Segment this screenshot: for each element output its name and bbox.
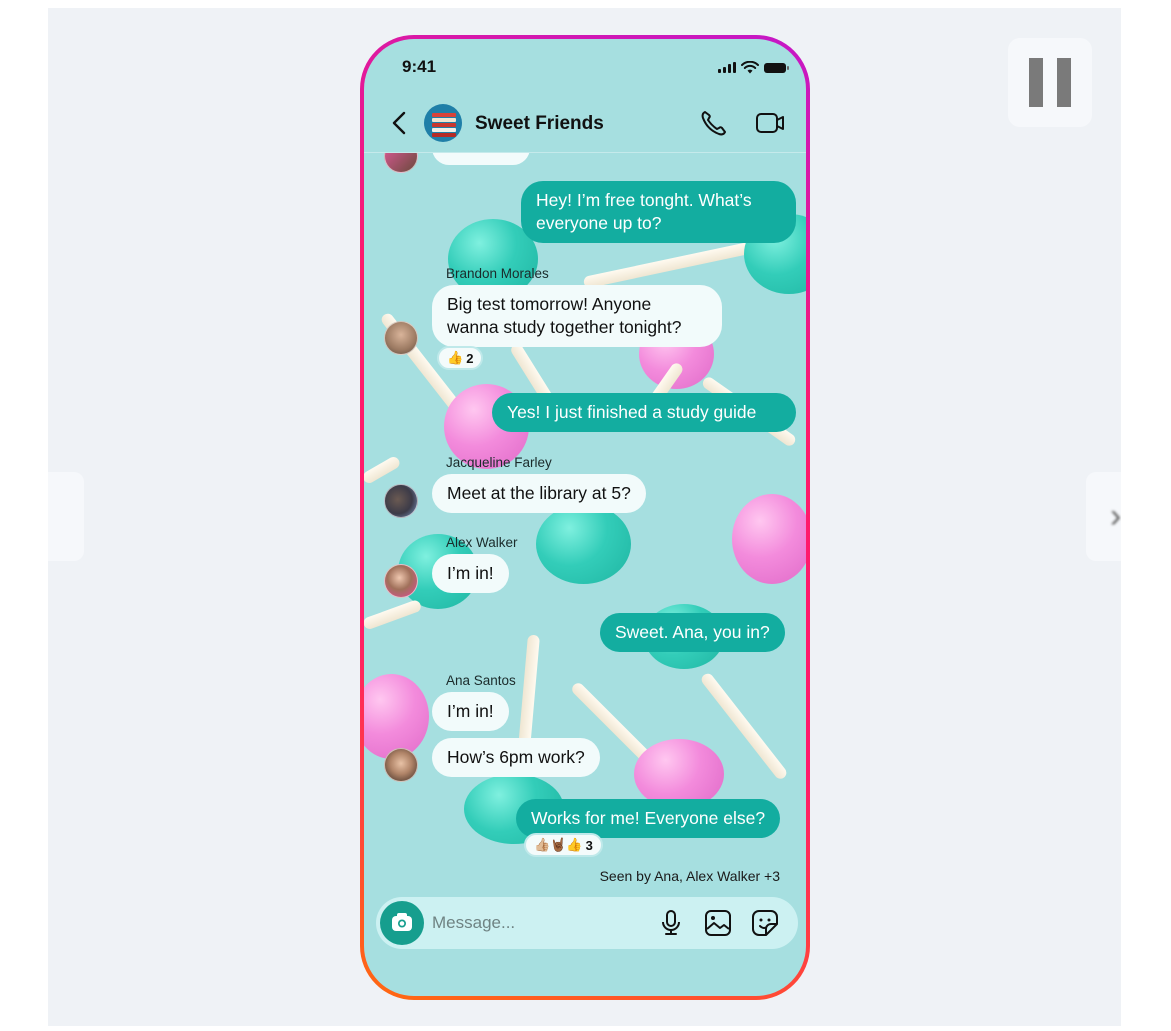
message-bubble-incoming[interactable]: I’m in! — [432, 692, 509, 731]
phone-icon[interactable] — [698, 107, 730, 139]
status-time: 9:41 — [402, 57, 437, 76]
sender-name: Brandon Morales — [446, 266, 549, 281]
pause-icon — [1029, 58, 1043, 107]
message-bubble-incoming[interactable]: I’m in! — [432, 554, 509, 593]
reaction-count: 2 — [466, 350, 474, 366]
sticker-icon[interactable] — [750, 908, 780, 938]
avatar[interactable] — [384, 748, 418, 782]
sender-name: Alex Walker — [446, 535, 518, 550]
chat-title[interactable]: Sweet Friends — [475, 113, 604, 135]
message-list[interactable]: Hey! I’m free tonght. What’s everyone up… — [364, 131, 806, 893]
reaction-count: 3 — [585, 837, 593, 853]
reaction-emojis: 👍 — [447, 350, 464, 365]
camera-button[interactable] — [380, 901, 424, 945]
pause-icon — [1057, 58, 1071, 107]
chevron-right-icon: › — [1110, 497, 1121, 535]
message-composer — [376, 897, 798, 949]
carousel-prev-button[interactable]: ‹ — [48, 472, 84, 561]
status-bar: 9:41 — [364, 39, 806, 95]
microphone-icon[interactable] — [656, 908, 686, 938]
reaction-emojis: 👍🏼🤘🏾👍 — [534, 837, 583, 852]
reaction-badge[interactable]: 👍🏼🤘🏾👍 3 — [524, 833, 603, 857]
sender-name: Ana Santos — [446, 673, 516, 688]
avatar[interactable] — [384, 321, 418, 355]
avatar[interactable] — [384, 484, 418, 518]
message-bubble-incoming[interactable]: How’s 6pm work? — [432, 738, 600, 777]
back-button[interactable] — [386, 109, 414, 137]
phone-screen: 9:41 Sweet Friends Hey! I’m free tonght.… — [364, 39, 806, 996]
camera-icon — [392, 913, 412, 931]
message-input[interactable] — [432, 905, 632, 941]
chat-header: Sweet Friends — [364, 95, 806, 153]
pause-button[interactable] — [1008, 38, 1092, 127]
battery-icon — [764, 62, 789, 73]
wifi-icon — [741, 61, 759, 74]
phone-frame: 9:41 Sweet Friends Hey! I’m free tonght.… — [360, 35, 810, 1000]
status-icons — [718, 61, 789, 74]
video-camera-icon[interactable] — [754, 107, 788, 139]
message-bubble-incoming[interactable]: Big test tomorrow! Anyone wanna study to… — [432, 285, 722, 347]
message-bubble-outgoing[interactable]: Sweet. Ana, you in? — [600, 613, 785, 652]
carousel-next-button[interactable]: › — [1086, 472, 1121, 561]
message-bubble-incoming[interactable]: Meet at the library at 5? — [432, 474, 646, 513]
signal-icon — [718, 62, 736, 73]
message-bubble-outgoing[interactable]: Hey! I’m free tonght. What’s everyone up… — [521, 181, 796, 243]
message-bubble-outgoing[interactable]: Yes! I just finished a study guide — [492, 393, 796, 432]
group-avatar[interactable] — [424, 104, 462, 142]
image-icon[interactable] — [703, 908, 733, 938]
seen-receipt: Seen by Ana, Alex Walker +3 — [599, 868, 780, 884]
avatar[interactable] — [384, 564, 418, 598]
sender-name: Jacqueline Farley — [446, 455, 552, 470]
reaction-badge[interactable]: 👍 2 — [437, 346, 484, 370]
